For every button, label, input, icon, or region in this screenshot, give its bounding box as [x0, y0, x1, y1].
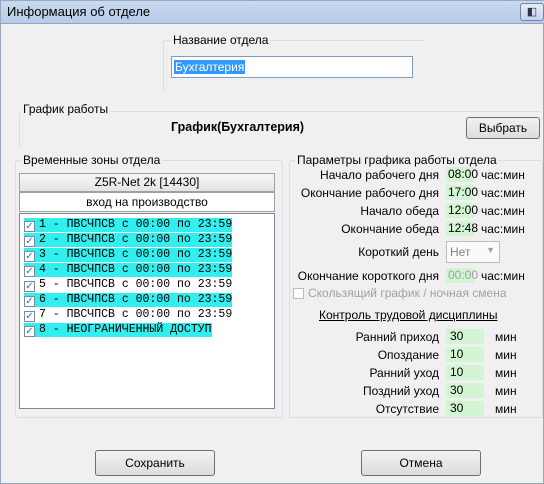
short-day-end-unit: час:мин: [481, 269, 525, 283]
cancel-button[interactable]: Отмена: [361, 450, 481, 476]
late-leave-value[interactable]: 30: [446, 383, 484, 398]
workday-start-unit: час:мин: [481, 168, 525, 182]
department-name-value: Бухгалтерия: [174, 60, 246, 74]
short-day-value: Нет: [450, 245, 471, 259]
schedule-label: График работы: [21, 102, 111, 116]
early-arrival-label: Ранний приход: [355, 330, 439, 344]
workday-start-value[interactable]: 08:00: [446, 167, 478, 182]
zone-label: 1 - ПВСЧПСВ с 00:00 по 23:59: [39, 218, 233, 231]
chevron-down-icon: ▼: [486, 245, 495, 255]
workday-end-unit: час:мин: [481, 186, 525, 200]
late-unit: мин: [495, 348, 517, 362]
short-day-label: Короткий день: [358, 245, 439, 259]
early-leave-label: Ранний уход: [369, 366, 439, 380]
checkbox-icon[interactable]: ✓: [24, 236, 35, 247]
short-day-end-label: Окончание короткого дня: [297, 269, 439, 283]
lunch-start-label: Начало обеда: [360, 204, 439, 218]
params-label: Параметры графика работы отдела: [295, 153, 499, 167]
absence-unit: мин: [495, 402, 517, 416]
checkbox-icon[interactable]: ✓: [24, 311, 35, 322]
absence-value[interactable]: 30: [446, 401, 484, 416]
early-leave-value[interactable]: 10: [446, 365, 484, 380]
checkbox-icon[interactable]: ✓: [24, 281, 35, 292]
late-leave-unit: мин: [495, 384, 517, 398]
zone-list-item[interactable]: ✓ 4 - ПВСЧПСВ с 00:00 по 23:59: [24, 263, 233, 277]
zone-list-item[interactable]: ✓ 5 - ПВСЧПСВ с 00:00 по 23:59: [24, 278, 232, 292]
schedule-name: График(Бухгалтерия): [171, 120, 305, 134]
zone-label: 6 - ПВСЧПСВ с 00:00 по 23:59: [39, 293, 233, 306]
controller-header[interactable]: Z5R-Net 2k [14430]: [19, 173, 275, 192]
discipline-title: Контроль трудовой дисциплины: [319, 308, 498, 322]
sliding-schedule-label: Скользящий график / ночная смена: [308, 286, 507, 300]
workday-end-value[interactable]: 17:00: [446, 185, 478, 200]
zone-list-item[interactable]: ✓ 8 - НЕОГРАНИЧЕННЫЙ ДОСТУП: [24, 323, 212, 337]
lunch-end-label: Окончание обеда: [341, 222, 439, 236]
lunch-start-value[interactable]: 12:00: [446, 203, 478, 218]
early-arrival-value[interactable]: 30: [446, 329, 484, 344]
zone-label: 7 - ПВСЧПСВ с 00:00 по 23:59: [39, 308, 233, 321]
entrance-header[interactable]: вход на производство: [19, 192, 275, 212]
save-button[interactable]: Сохранить: [95, 450, 215, 476]
lunch-start-unit: час:мин: [481, 204, 525, 218]
lunch-end-value[interactable]: 12:48: [446, 221, 478, 236]
zones-list: ✓ 1 - ПВСЧПСВ с 00:00 по 23:59 ✓ 2 - ПВСЧПС…: [19, 213, 275, 409]
zone-label: 8 - НЕОГРАНИЧЕННЫЙ ДОСТУП: [39, 323, 212, 336]
late-label: Опоздание: [377, 348, 439, 362]
checkbox-icon: [293, 288, 304, 299]
zone-label: 2 - ПВСЧПСВ с 00:00 по 23:59: [39, 233, 233, 246]
short-day-select[interactable]: Нет ▼: [446, 241, 500, 263]
checkbox-icon[interactable]: ✓: [24, 221, 35, 232]
zone-list-item[interactable]: ✓ 6 - ПВСЧПСВ с 00:00 по 23:59: [24, 293, 233, 307]
window-title: Информация об отделе: [7, 4, 151, 19]
department-name-label: Название отдела: [171, 33, 271, 47]
zone-list-item[interactable]: ✓ 7 - ПВСЧПСВ с 00:00 по 23:59: [24, 308, 232, 322]
absence-label: Отсутствие: [375, 402, 439, 416]
zone-label: 4 - ПВСЧПСВ с 00:00 по 23:59: [39, 263, 233, 276]
early-arrival-unit: мин: [495, 330, 517, 344]
department-info-window: Информация об отделе ◧ Название отдела Б…: [0, 0, 544, 484]
window-restore-icon[interactable]: ◧: [520, 3, 544, 21]
zone-label: 3 - ПВСЧПСВ с 00:00 по 23:59: [39, 248, 233, 261]
checkbox-icon[interactable]: ✓: [24, 326, 35, 337]
zones-label: Временные зоны отдела: [21, 153, 163, 167]
checkbox-icon[interactable]: ✓: [24, 296, 35, 307]
checkbox-icon[interactable]: ✓: [24, 266, 35, 277]
zone-label: 5 - ПВСЧПСВ с 00:00 по 23:59: [39, 278, 233, 291]
zone-list-item[interactable]: ✓ 2 - ПВСЧПСВ с 00:00 по 23:59: [24, 233, 233, 247]
workday-start-label: Начало рабочего дня: [320, 168, 439, 182]
late-leave-label: Поздний уход: [362, 384, 439, 398]
zone-list-item[interactable]: ✓ 1 - ПВСЧПСВ с 00:00 по 23:59: [24, 218, 233, 232]
sliding-schedule-checkbox[interactable]: Скользящий график / ночная смена: [293, 286, 507, 300]
title-bar: Информация об отделе ◧: [1, 1, 544, 24]
choose-schedule-button[interactable]: Выбрать: [466, 117, 540, 139]
zone-list-item[interactable]: ✓ 3 - ПВСЧПСВ с 00:00 по 23:59: [24, 248, 233, 262]
late-value[interactable]: 10: [446, 347, 484, 362]
lunch-end-unit: час:мин: [481, 222, 525, 236]
early-leave-unit: мин: [495, 366, 517, 380]
department-name-input[interactable]: Бухгалтерия: [171, 56, 413, 78]
checkbox-icon[interactable]: ✓: [24, 251, 35, 262]
workday-end-label: Окончание рабочего дня: [300, 186, 439, 200]
short-day-end-value[interactable]: 00:00: [446, 268, 478, 283]
